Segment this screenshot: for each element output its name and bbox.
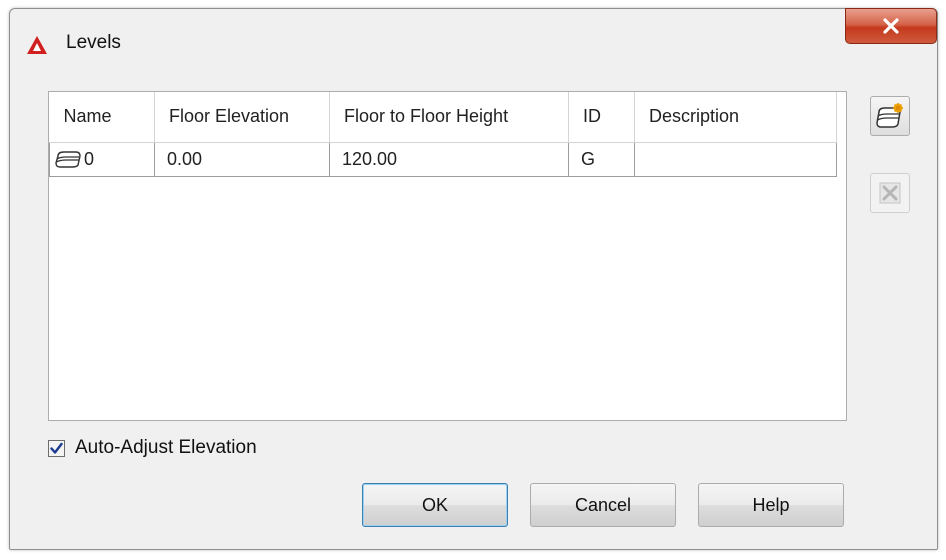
levels-dialog: Levels Name Floor Elevation Floor to Flo… <box>9 8 938 550</box>
auto-adjust-elevation-option[interactable]: Auto-Adjust Elevation <box>48 437 257 459</box>
add-level-button[interactable] <box>870 96 910 136</box>
auto-adjust-elevation-label[interactable]: Auto-Adjust Elevation <box>75 437 257 459</box>
level-name: 0 <box>84 148 95 169</box>
column-header-floor-to-floor-height[interactable]: Floor to Floor Height <box>329 92 569 143</box>
column-header-name[interactable]: Name <box>49 92 155 143</box>
dialog-title: Levels <box>66 32 121 53</box>
column-header-id[interactable]: ID <box>568 92 635 143</box>
levels-table[interactable]: Name Floor Elevation Floor to Floor Heig… <box>48 91 847 421</box>
help-button[interactable]: Help <box>698 483 844 527</box>
auto-adjust-elevation-checkbox[interactable] <box>48 439 65 457</box>
cell-name[interactable]: 0 <box>49 141 155 177</box>
cell-description[interactable] <box>634 141 837 177</box>
cell-floor-elevation[interactable]: 0.00 <box>154 141 330 177</box>
column-header-floor-elevation[interactable]: Floor Elevation <box>154 92 330 143</box>
close-button[interactable] <box>845 8 937 44</box>
checkmark-icon <box>50 442 63 454</box>
add-level-icon <box>876 103 903 128</box>
table-header-row: Name Floor Elevation Floor to Floor Heig… <box>49 92 837 143</box>
column-header-description[interactable]: Description <box>634 92 837 143</box>
delete-level-icon <box>879 182 901 204</box>
title-bar[interactable]: Levels <box>10 8 937 73</box>
cell-id[interactable]: G <box>568 141 635 177</box>
delete-level-button[interactable] <box>870 173 910 213</box>
ok-button[interactable]: OK <box>362 483 508 527</box>
level-icon <box>55 151 81 168</box>
cancel-button[interactable]: Cancel <box>530 483 676 527</box>
autocad-app-icon <box>27 36 47 54</box>
cell-floor-to-floor-height[interactable]: 120.00 <box>329 141 569 177</box>
table-row[interactable]: 0 0.00 120.00 G <box>49 141 837 177</box>
close-icon <box>883 18 899 34</box>
